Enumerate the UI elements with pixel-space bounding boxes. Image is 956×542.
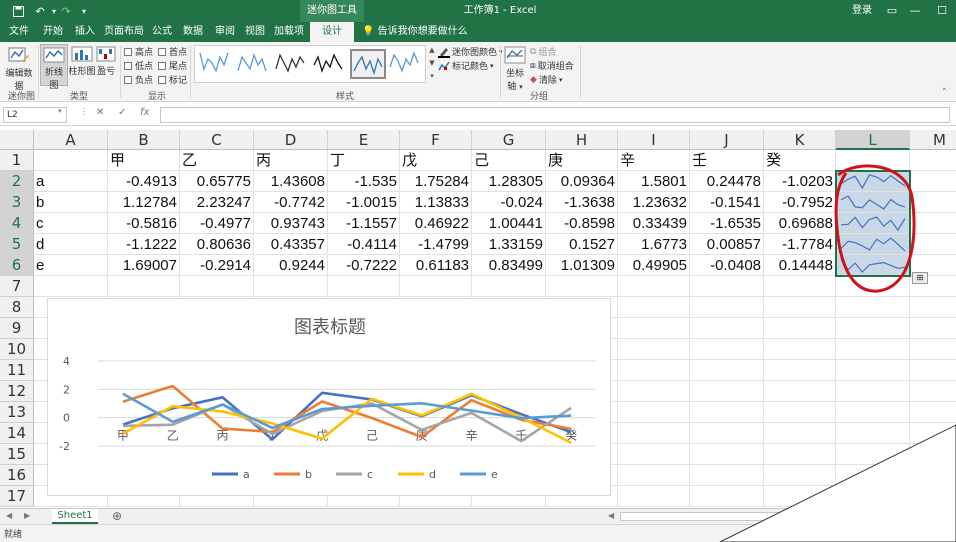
corner-overlay (719, 424, 956, 542)
